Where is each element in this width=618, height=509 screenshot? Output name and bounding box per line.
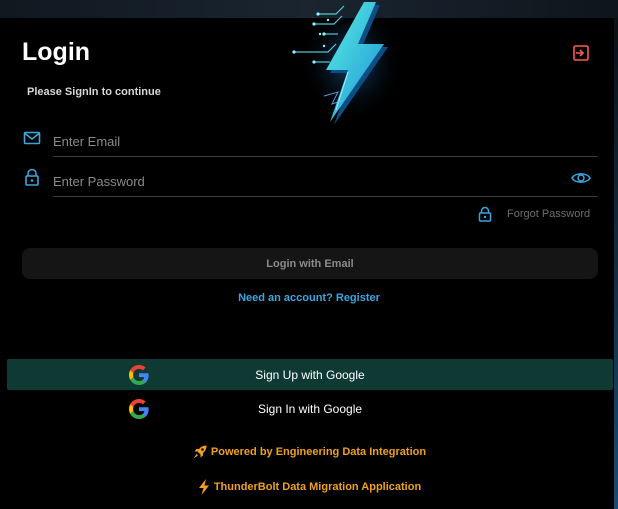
forgot-password-link[interactable]: Forgot Password <box>507 208 590 220</box>
app-name-credit: ThunderBolt Data Migration Application <box>0 479 618 495</box>
login-with-email-button[interactable]: Login with Email <box>22 248 598 279</box>
lock-icon <box>25 168 39 186</box>
email-field[interactable] <box>53 127 598 157</box>
eye-icon[interactable] <box>571 170 591 186</box>
bolt-icon <box>198 479 209 495</box>
google-signup-button[interactable]: Sign Up with Google <box>7 359 613 390</box>
powered-by-credit: Powered by Engineering Data Integration <box>0 444 618 460</box>
google-signin-button[interactable]: Sign In with Google <box>7 393 613 424</box>
register-link[interactable]: Need an account? Register <box>0 292 618 304</box>
lock-icon <box>478 206 492 222</box>
app-name-text: ThunderBolt Data Migration Application <box>213 481 422 493</box>
page-title: Login <box>22 38 91 66</box>
password-field[interactable] <box>53 167 598 197</box>
thunderbolt-logo-icon <box>292 2 404 125</box>
rocket-icon <box>193 445 207 459</box>
mail-icon <box>23 131 41 145</box>
google-signin-label: Sign In with Google <box>257 401 363 416</box>
background-edge <box>614 18 618 509</box>
powered-by-text: Powered by Engineering Data Integration <box>210 446 427 458</box>
google-signup-label: Sign Up with Google <box>255 367 365 382</box>
page-subtitle: Please SignIn to continue <box>27 86 161 98</box>
exit-icon[interactable] <box>572 44 590 62</box>
